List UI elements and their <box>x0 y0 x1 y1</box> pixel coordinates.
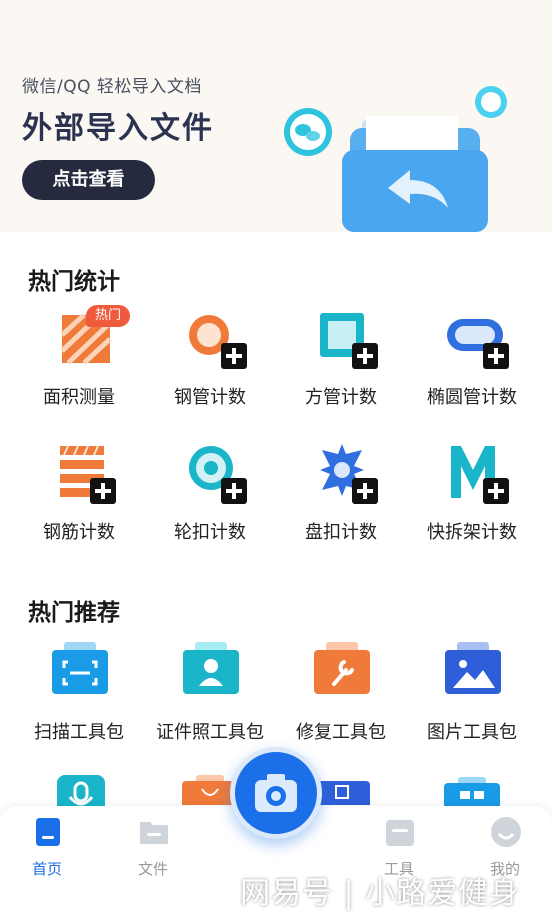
watermark: 网易号 | 小路爱健身 <box>240 876 521 911</box>
tool-quick-frame-count[interactable]: 快拆架计数 <box>403 440 541 560</box>
hot-stats-title: 热门统计 <box>28 269 120 295</box>
view-button[interactable]: 点击查看 <box>22 160 155 200</box>
tool-steel-pipe-count[interactable]: 钢管计数 <box>141 305 279 425</box>
tool-area-measure[interactable]: 热门 面积测量 <box>10 305 148 425</box>
hot-badge: 热门 <box>86 305 130 327</box>
tool-disc-buckle-count[interactable]: 盘扣计数 <box>272 440 410 560</box>
banner-title: 外部导入文件 <box>22 111 214 146</box>
toolbox-icon <box>386 820 414 846</box>
tool-wheel-buckle-count[interactable]: 轮扣计数 <box>141 440 279 560</box>
hot-recommend-title: 热门推荐 <box>28 600 120 626</box>
disc-buckle-plus-icon <box>320 444 378 504</box>
tool-label: 钢筋计数 <box>43 522 115 543</box>
steel-pipe-plus-icon <box>189 315 247 369</box>
tool-oval-pipe-count[interactable]: 椭圆管计数 <box>403 305 541 425</box>
tab-label: 文件 <box>137 860 168 878</box>
square-pipe-plus-icon <box>320 313 378 369</box>
pack-label: 修复工具包 <box>296 722 386 743</box>
tab-files[interactable]: 文件 <box>108 816 198 888</box>
import-banner[interactable]: 微信/QQ 轻松导入文档 外部导入文件 点击查看 <box>0 0 552 232</box>
tab-home[interactable]: 首页 <box>2 816 92 888</box>
tool-label: 轮扣计数 <box>174 522 246 543</box>
camera-button[interactable] <box>230 747 322 839</box>
profile-icon <box>491 817 521 847</box>
tool-label: 盘扣计数 <box>305 522 377 543</box>
home-icon <box>36 818 60 846</box>
pack-scan[interactable]: 扫描工具包 <box>10 640 148 760</box>
pack-repair[interactable]: 修复工具包 <box>272 640 410 760</box>
wheel-buckle-plus-icon <box>189 446 247 504</box>
tool-label: 面积测量 <box>43 387 115 408</box>
tool-rebar-count[interactable]: 钢筋计数 <box>10 440 148 560</box>
pack-label: 图片工具包 <box>427 722 517 743</box>
tool-square-pipe-count[interactable]: 方管计数 <box>272 305 410 425</box>
repair-pack-icon <box>314 642 370 694</box>
pack-image[interactable]: 图片工具包 <box>403 640 541 760</box>
tool-label: 钢管计数 <box>174 387 246 408</box>
camera-icon <box>255 774 297 812</box>
tab-label: 首页 <box>31 860 62 878</box>
rebar-plus-icon <box>60 445 116 504</box>
scan-pack-icon <box>52 642 108 694</box>
image-pack-icon <box>445 642 501 694</box>
pack-label: 扫描工具包 <box>34 722 124 743</box>
tool-label: 方管计数 <box>305 387 377 408</box>
quick-frame-plus-icon <box>451 446 509 504</box>
banner-subtitle: 微信/QQ 轻松导入文档 <box>22 77 202 97</box>
grid-pack-icon[interactable] <box>444 777 500 807</box>
pack-id-photo[interactable]: 证件照工具包 <box>141 640 279 760</box>
tool-label: 快拆架计数 <box>427 522 517 543</box>
folder-icon <box>140 822 168 844</box>
tool-label: 椭圆管计数 <box>427 387 517 408</box>
text-pack-icon[interactable] <box>314 777 370 805</box>
oval-pipe-plus-icon <box>447 319 509 369</box>
pack-label: 证件照工具包 <box>156 722 264 743</box>
folder-import-illustration <box>284 86 507 232</box>
id-photo-pack-icon <box>183 642 239 694</box>
